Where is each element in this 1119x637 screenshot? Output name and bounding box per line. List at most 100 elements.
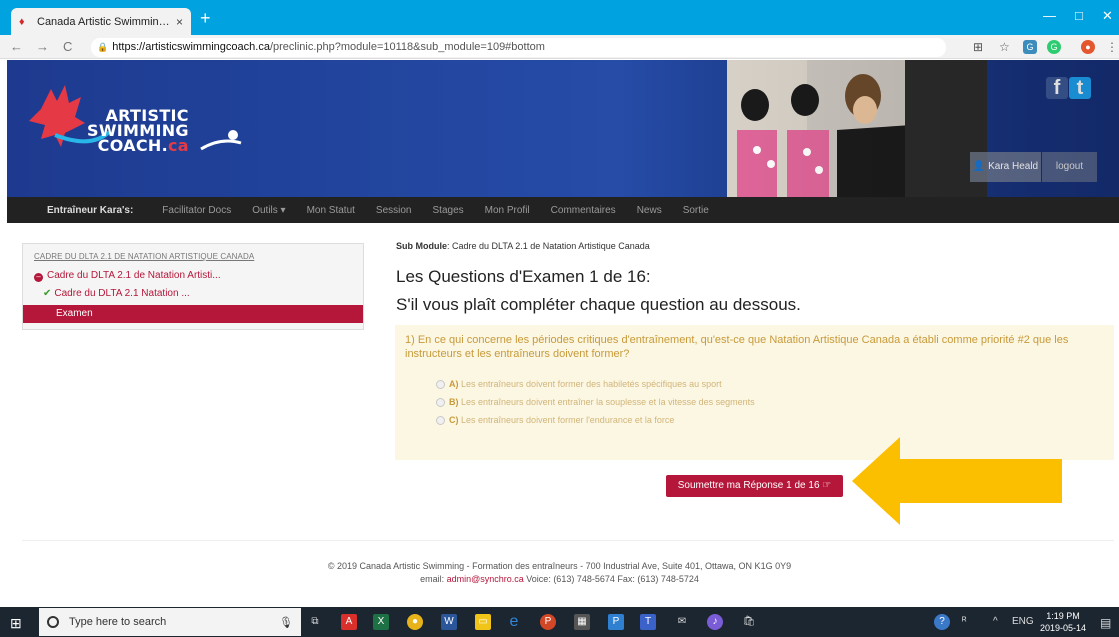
submodule-value: : Cadre du DLTA 2.1 de Natation Artistiq… [447, 241, 650, 251]
answer-option-a[interactable]: A) Les entraîneurs doivent former des ha… [436, 379, 722, 389]
excel-icon[interactable]: X [373, 614, 389, 630]
footer-divider [22, 540, 1114, 541]
word-icon[interactable]: W [441, 614, 457, 630]
help-tray-icon[interactable]: ? [934, 614, 950, 630]
question-text: 1) En ce qui concerne les périodes criti… [405, 334, 1069, 360]
logout-button[interactable]: logout [1042, 152, 1097, 182]
bookmark-star-icon[interactable]: ☆ [999, 40, 1010, 54]
address-bar: ← → C 🔒 https://artisticswimmingcoach.ca/… [0, 35, 1119, 59]
answer-option-c[interactable]: C) Les entraîneurs doivent former l'endu… [436, 415, 674, 425]
logo-wordmark: ARTISTIC SWIMMING COACH.ca [87, 108, 189, 155]
sidebar-completed-item[interactable]: ✔ Cadre du DLTA 2.1 Natation ... [43, 288, 190, 299]
logo-ca: ca [167, 136, 189, 155]
option-a-letter: A) [449, 379, 459, 389]
acrobat-icon[interactable]: A [341, 614, 357, 630]
browser-tab[interactable]: ♦ Canada Artistic Swimming Entrai × [11, 8, 191, 35]
extension-g-icon[interactable]: G [1023, 40, 1037, 54]
windows-taskbar: ⊞ Type here to search 🎙 ⧉ A X ● W ▭ e P … [0, 607, 1119, 637]
radio-b[interactable] [436, 397, 445, 407]
translate-icon[interactable]: ⊞ [973, 40, 983, 54]
reload-icon[interactable]: C [63, 39, 72, 54]
clock-time: 1:19 PM [1046, 611, 1080, 621]
grammarly-icon[interactable]: G [1047, 40, 1061, 54]
submit-answer-button[interactable]: Soumettre ma Réponse 1 de 16 ☞ [666, 475, 843, 497]
nav-coach-name: Entraîneur Kara's: [47, 204, 134, 216]
facebook-icon[interactable]: f [1046, 77, 1068, 99]
microphone-icon[interactable]: 🎙 [279, 616, 293, 629]
chrome-icon[interactable]: ● [407, 614, 423, 630]
calculator-icon[interactable]: ▦ [574, 614, 590, 630]
page-subtitle: S'il vous plaît compléter chaque questio… [396, 295, 801, 314]
footer-email-label: email: [420, 574, 445, 584]
nav-mon-statut[interactable]: Mon Statut [307, 205, 355, 216]
radio-a[interactable] [436, 379, 445, 389]
checkmark-icon: ✔ [43, 288, 52, 299]
tab-title: Canada Artistic Swimming Entrai [37, 15, 170, 28]
url-path: /preclinic.php?module=10118&sub_module=1… [269, 41, 545, 53]
radio-c[interactable] [436, 415, 445, 425]
twitter-icon[interactable]: t [1069, 77, 1091, 99]
sidebar-heading-link[interactable]: CADRE DU DLTA 2.1 DE NATATION ARTISTIQUE… [34, 252, 254, 261]
user-name: Kara Heald [988, 161, 1039, 172]
option-b-letter: B) [449, 397, 459, 407]
forward-icon[interactable]: → [36, 39, 49, 54]
submodule-label: Sub Module [396, 241, 447, 251]
back-icon[interactable]: ← [10, 39, 23, 54]
footer-phones: Voice: (613) 748-5674 Fax: (613) 748-572… [526, 574, 699, 584]
people-tray-icon[interactable]: ᴿ [962, 616, 967, 627]
edge-icon[interactable]: e [506, 614, 522, 630]
footer-contact: email: admin@synchro.ca Voice: (613) 748… [0, 574, 1119, 584]
browser-tab-strip: ♦ Canada Artistic Swimming Entrai × + — … [0, 0, 1119, 35]
url-input[interactable]: 🔒 https://artisticswimmingcoach.ca/precli… [91, 38, 946, 57]
notifications-icon[interactable]: ▤ [1100, 616, 1111, 630]
language-indicator[interactable]: ENG [1012, 616, 1034, 627]
project-icon[interactable]: P [608, 614, 624, 630]
nav-commentaires[interactable]: Commentaires [551, 205, 616, 216]
answer-option-b[interactable]: B) Les entraîneurs doivent entraîner la … [436, 397, 755, 407]
user-profile-button[interactable]: 👤 Kara Heald [970, 152, 1041, 182]
taskbar-search-input[interactable]: Type here to search 🎙 [39, 608, 301, 636]
task-view-icon[interactable]: ⧉ [307, 614, 323, 630]
file-explorer-icon[interactable]: ▭ [475, 614, 491, 630]
sidebar-item-examen[interactable]: Examen [23, 305, 363, 323]
profile-avatar-icon[interactable]: ● [1081, 40, 1095, 54]
site-banner: ARTISTIC SWIMMING COACH.ca f t 👤 Kara He… [7, 60, 1119, 197]
store-icon[interactable]: 🛍 [741, 614, 757, 630]
close-window-icon[interactable]: ✕ [1102, 8, 1113, 24]
taskbar-clock[interactable]: 1:19 PM 2019-05-14 [1040, 610, 1086, 634]
swimmers-photo [727, 60, 987, 197]
yellow-arrow-annotation [852, 437, 1062, 525]
powerpoint-icon[interactable]: P [540, 614, 556, 630]
show-hidden-icons-icon[interactable]: ^ [993, 616, 998, 627]
url-host: https://artisticswimmingcoach.ca [112, 41, 270, 53]
windows-start-icon[interactable]: ⊞ [10, 615, 22, 632]
tab-close-icon[interactable]: × [176, 15, 183, 29]
sidebar-submodule-link[interactable]: – Cadre du DLTA 2.1 de Natation Artisti..… [34, 270, 221, 282]
groove-music-icon[interactable]: ♪ [707, 614, 723, 630]
menu-dots-icon[interactable]: ⋮ [1106, 40, 1118, 54]
new-tab-button[interactable]: + [200, 9, 211, 27]
user-icon: 👤 [972, 161, 986, 172]
nav-session[interactable]: Session [376, 205, 412, 216]
nav-mon-profil[interactable]: Mon Profil [485, 205, 530, 216]
site-navigation: Entraîneur Kara's: Facilitator Docs Outi… [7, 197, 1119, 223]
minimize-icon[interactable]: — [1043, 8, 1056, 23]
page-title: Les Questions d'Examen 1 de 16: [396, 267, 651, 286]
teams-icon[interactable]: T [640, 614, 656, 630]
mail-icon[interactable]: ✉ [674, 614, 690, 630]
logo-line-3: COACH. [97, 136, 168, 155]
option-a-text: Les entraîneurs doivent former des habil… [461, 379, 722, 389]
nav-sortie[interactable]: Sortie [683, 205, 709, 216]
minus-circle-icon: – [34, 273, 43, 282]
option-b-text: Les entraîneurs doivent entraîner la sou… [461, 397, 755, 407]
nav-facilitator-docs[interactable]: Facilitator Docs [162, 205, 231, 216]
sidebar-completed-label: Cadre du DLTA 2.1 Natation ... [54, 288, 190, 299]
taskbar-search-placeholder: Type here to search [69, 616, 167, 628]
nav-stages[interactable]: Stages [433, 205, 464, 216]
nav-news[interactable]: News [637, 205, 662, 216]
nav-outils[interactable]: Outils ▾ [252, 205, 285, 216]
footer-email-link[interactable]: admin@synchro.ca [447, 574, 524, 584]
maximize-icon[interactable]: □ [1075, 8, 1083, 23]
clock-date: 2019-05-14 [1040, 623, 1087, 633]
option-c-letter: C) [449, 415, 459, 425]
